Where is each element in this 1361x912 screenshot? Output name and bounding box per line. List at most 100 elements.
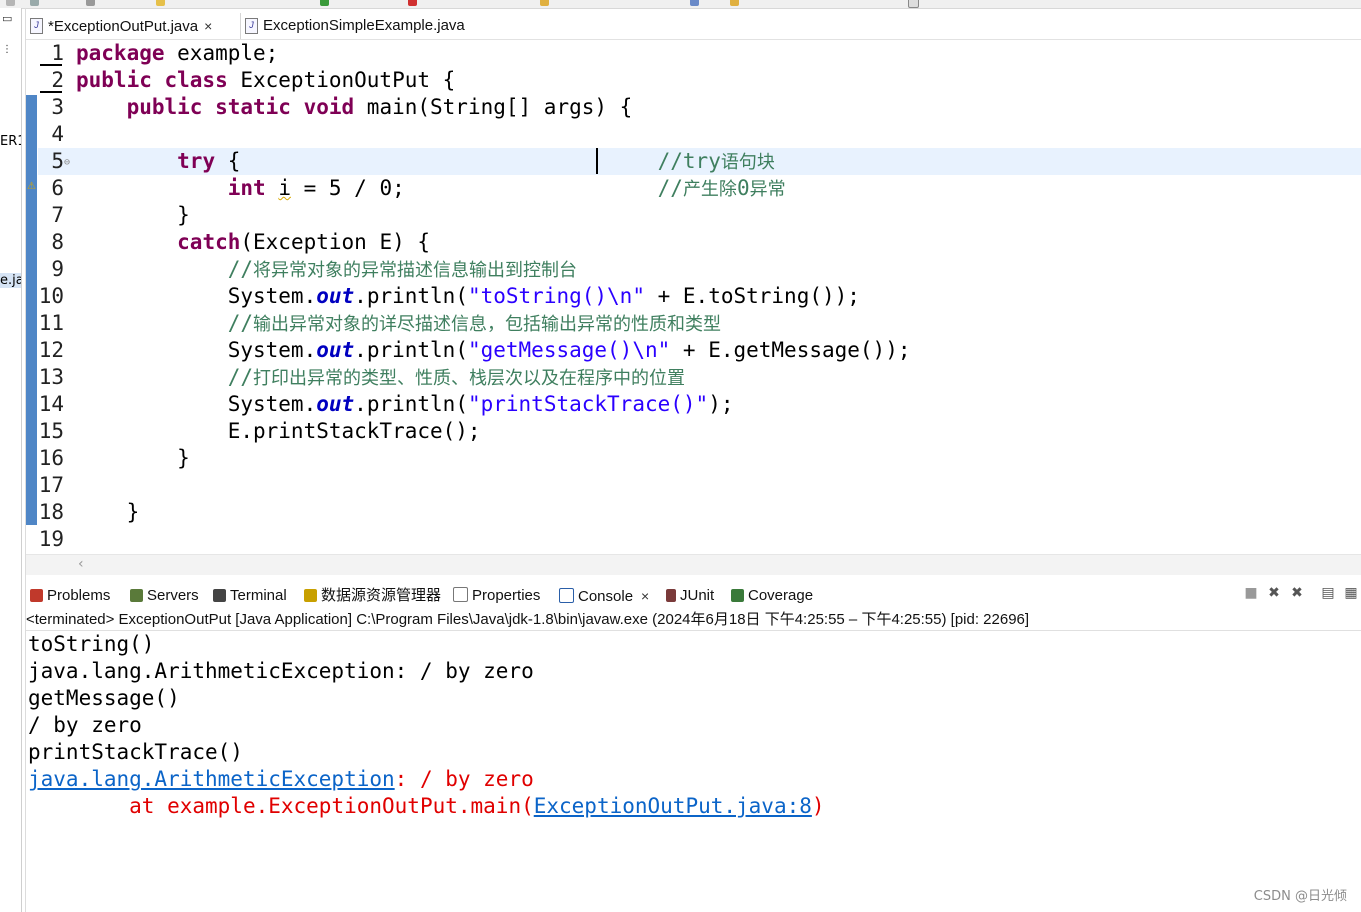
code-text: System.: [227, 284, 317, 308]
comment: 异常: [749, 179, 786, 200]
close-icon[interactable]: ×: [641, 588, 649, 604]
code-text: + E.toString());: [644, 284, 860, 308]
main-toolbar: [0, 0, 1361, 9]
coverage-icon: [731, 589, 744, 602]
tab-console[interactable]: Console ×: [559, 584, 649, 608]
console-error-line: java.lang.ArithmeticException: / by zero: [28, 766, 534, 793]
comment: //: [227, 257, 254, 281]
comment: 输出异常对象的详尽描述信息，包括输出异常的性质和类型: [253, 314, 722, 335]
line-number: 13: [38, 365, 64, 389]
line-number: 17: [38, 473, 64, 497]
tab-label: 数据源资源管理器: [321, 587, 442, 604]
remove-launch-icon[interactable]: ✖: [1266, 585, 1282, 601]
code-text: }: [126, 500, 140, 524]
line-number: 9: [51, 257, 64, 281]
console-line: / by zero: [28, 713, 142, 737]
comment: 产生除: [682, 179, 737, 200]
line-number: 19: [38, 527, 64, 551]
static-field: out: [316, 284, 355, 308]
code-text: System.: [227, 338, 317, 362]
code-line: 3 public static void main(String[] args)…: [38, 94, 1361, 121]
code-editor[interactable]: ⚠ 1 package example; 2 public class Except…: [26, 40, 1361, 554]
line-number: 5: [51, 149, 64, 173]
drag-handle-icon[interactable]: ⋮: [2, 44, 12, 55]
close-icon[interactable]: ×: [204, 18, 212, 34]
console-output[interactable]: toString() java.lang.ArithmeticException…: [26, 631, 1361, 912]
code-text: main(String[] args) {: [354, 95, 633, 119]
tab-label: Properties: [472, 587, 541, 604]
remove-all-icon[interactable]: ✖: [1289, 585, 1305, 601]
toolbar-button-icon[interactable]: [908, 0, 919, 8]
code-text: );: [708, 392, 734, 416]
tab-coverage[interactable]: Coverage: [731, 584, 813, 608]
toolbar-button-icon[interactable]: [30, 0, 39, 6]
explorer-cut-text: e.ja: [0, 273, 22, 288]
code-line: 6 int i = 5 / 0; //产生除0异常: [38, 175, 1361, 202]
keyword: public class: [76, 68, 228, 92]
toolbar-button-icon[interactable]: [156, 0, 165, 6]
tab-exceptionoutput[interactable]: J *ExceptionOutPut.java ×: [26, 13, 253, 39]
scroll-lock-icon[interactable]: ▦: [1343, 585, 1359, 601]
tab-problems[interactable]: Problems: [30, 584, 110, 608]
servers-icon: [130, 589, 143, 602]
toolbar-button-icon[interactable]: [86, 0, 95, 6]
static-field: out: [316, 392, 355, 416]
console-line: getMessage(): [28, 686, 180, 710]
tab-exceptionsimpleexample[interactable]: J ExceptionSimpleExample.java: [240, 13, 523, 39]
error-text: : / by zero: [394, 767, 534, 791]
terminate-icon[interactable]: ■: [1243, 585, 1259, 601]
code-text: .println(: [354, 392, 468, 416]
comment: 0: [736, 176, 750, 200]
watermark: CSDN @日光倾: [1253, 889, 1347, 904]
toolbar-button-icon[interactable]: [540, 0, 549, 6]
console-error-line: at example.ExceptionOutPut.main(Exceptio…: [28, 793, 825, 820]
line-number: 14: [38, 392, 64, 416]
warning-icon[interactable]: ⚠: [27, 181, 36, 192]
toolbar-button-icon[interactable]: [690, 0, 699, 6]
code-line: 16 }: [38, 445, 1361, 472]
run-icon[interactable]: [320, 0, 329, 6]
line-number: 3: [51, 95, 64, 119]
tab-junit[interactable]: JUnit: [666, 584, 714, 608]
code-text: {: [215, 149, 241, 173]
code-line: 11 //输出异常对象的详尽描述信息，包括输出异常的性质和类型: [38, 310, 1361, 337]
tab-label: Servers: [147, 587, 199, 604]
error-text: ): [811, 794, 825, 818]
properties-icon: [453, 587, 468, 602]
console-line: java.lang.ArithmeticException: / by zero: [28, 659, 534, 683]
comment: //: [657, 176, 683, 200]
clear-console-icon[interactable]: ▤: [1320, 585, 1336, 601]
code-line: 1 package example;: [38, 40, 1361, 67]
code-text: E.printStackTrace();: [227, 419, 481, 443]
keyword: try: [177, 149, 216, 173]
console-launch-description: <terminated> ExceptionOutPut [Java Appli…: [26, 609, 1361, 631]
toolbar-button-icon[interactable]: [6, 0, 15, 6]
tab-label: Console: [578, 588, 634, 605]
toolbar-button-icon[interactable]: [730, 0, 739, 6]
scroll-left-icon[interactable]: ‹: [78, 556, 84, 572]
package-explorer-strip: ▭ ⋮ ER1 e.ja: [0, 8, 22, 912]
tab-properties[interactable]: Properties: [453, 584, 540, 608]
tab-terminal[interactable]: Terminal: [213, 584, 287, 608]
variable: i: [278, 176, 291, 200]
editor-horizontal-scrollbar[interactable]: ‹: [26, 554, 1361, 575]
code-line: 2 public class ExceptionOutPut {: [38, 67, 1361, 94]
fold-collapse-icon[interactable]: ⊖: [64, 149, 76, 176]
tab-datasource-explorer[interactable]: 数据源资源管理器: [304, 584, 441, 608]
console-line: toString(): [28, 632, 155, 656]
code-line-current: 5⊖ try { //try语句块: [38, 148, 1361, 175]
string-literal: "toString()\n": [467, 284, 645, 308]
code-line: 9 //将异常对象的异常描述信息输出到控制台: [38, 256, 1361, 283]
java-file-icon: J: [30, 18, 43, 34]
toolbar-button-icon[interactable]: [408, 0, 417, 6]
stacktrace-link[interactable]: ExceptionOutPut.java:8: [534, 794, 812, 818]
editor-tab-bar: J *ExceptionOutPut.java × J ExceptionSimp…: [26, 13, 1361, 40]
exception-link[interactable]: java.lang.ArithmeticException: [28, 767, 395, 791]
comment: 打印出异常的类型、性质、栈层次以及在程序中的位置: [253, 368, 686, 389]
tab-servers[interactable]: Servers: [130, 584, 199, 608]
minimize-icon[interactable]: ▭: [2, 12, 12, 25]
code-text: (Exception E) {: [240, 230, 431, 254]
code-text: ExceptionOutPut {: [227, 68, 456, 92]
datasource-icon: [304, 589, 317, 602]
keyword: package: [76, 41, 165, 65]
